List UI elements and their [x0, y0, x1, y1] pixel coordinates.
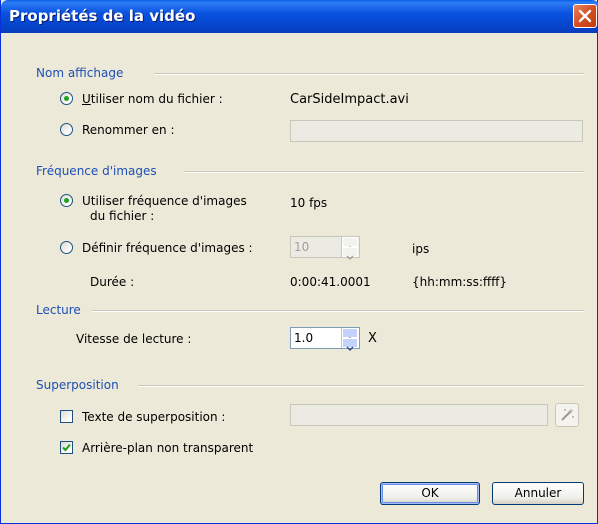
cancel-button[interactable]: Annuler	[492, 482, 584, 505]
spin-down-button[interactable]	[342, 247, 358, 261]
radio-rename[interactable]	[60, 123, 73, 136]
define-fps-spinner[interactable]	[341, 237, 358, 261]
chevron-down-icon	[346, 255, 354, 261]
radio-define-fps[interactable]	[60, 241, 73, 254]
dialog-window: Propriétés de la vidéo Nom affichage Uti…	[0, 0, 598, 524]
define-fps-label: Définir fréquence d'images :	[82, 241, 253, 255]
filename-value: CarSideImpact.avi	[290, 92, 409, 107]
duration-format: {hh:mm:ss:ffff}	[412, 275, 508, 289]
radio-use-filename[interactable]	[60, 92, 73, 105]
define-fps-unit: ips	[412, 242, 430, 256]
chevron-down-icon	[346, 346, 354, 352]
file-fps-value: 10 fps	[290, 196, 328, 210]
magic-wand-icon	[561, 408, 574, 421]
window-title: Propriétés de la vidéo	[9, 7, 196, 25]
overlay-text-label: Texte de superposition :	[82, 410, 226, 424]
use-file-fps-label-line2: du fichier :	[90, 209, 155, 223]
close-button[interactable]	[573, 4, 597, 28]
use-filename-label: Utiliser nom du fichier :	[82, 92, 223, 106]
rename-label: Renommer en :	[82, 123, 175, 137]
use-filename-label-text: tiliser nom du fichier :	[90, 92, 223, 106]
duration-value: 0:00:41.0001	[290, 275, 371, 289]
radio-use-file-fps[interactable]	[60, 194, 73, 207]
group-frequence: Fréquence d'images	[36, 164, 157, 178]
group-nom-affichage: Nom affichage	[36, 66, 124, 80]
speed-spinner[interactable]	[341, 328, 358, 352]
define-fps-value: 10	[294, 240, 310, 254]
speed-unit: X	[368, 331, 377, 346]
group-superposition: Superposition	[36, 378, 119, 392]
title-bar[interactable]: Propriétés de la vidéo	[1, 0, 598, 33]
group-divider	[154, 73, 584, 75]
use-file-fps-label-line1: Utiliser fréquence d'images	[82, 194, 247, 208]
rename-input[interactable]	[290, 120, 583, 142]
speed-label: Vitesse de lecture :	[76, 332, 192, 346]
group-divider	[92, 310, 584, 312]
group-divider	[184, 171, 584, 173]
ok-button[interactable]: OK	[380, 482, 480, 505]
close-icon	[578, 9, 592, 23]
define-fps-input[interactable]: 10	[290, 236, 360, 261]
opaque-bg-checkbox[interactable]	[60, 441, 73, 454]
speed-value: 1.0	[294, 331, 314, 345]
speed-input[interactable]: 1.0	[290, 327, 360, 352]
duration-label: Durée :	[90, 275, 135, 289]
spin-down-button[interactable]	[342, 338, 358, 352]
group-lecture: Lecture	[36, 303, 81, 317]
spin-up-button[interactable]	[342, 328, 358, 342]
overlay-text-input[interactable]	[290, 404, 548, 426]
checkmark-icon	[62, 443, 71, 452]
opaque-bg-label: Arrière-plan non transparent	[82, 441, 254, 455]
overlay-settings-button[interactable]	[555, 403, 579, 427]
spin-up-button[interactable]	[342, 237, 358, 251]
group-divider	[138, 385, 584, 387]
overlay-text-checkbox[interactable]	[60, 410, 73, 423]
dialog-body: Nom affichage Utiliser nom du fichier : …	[4, 33, 594, 521]
